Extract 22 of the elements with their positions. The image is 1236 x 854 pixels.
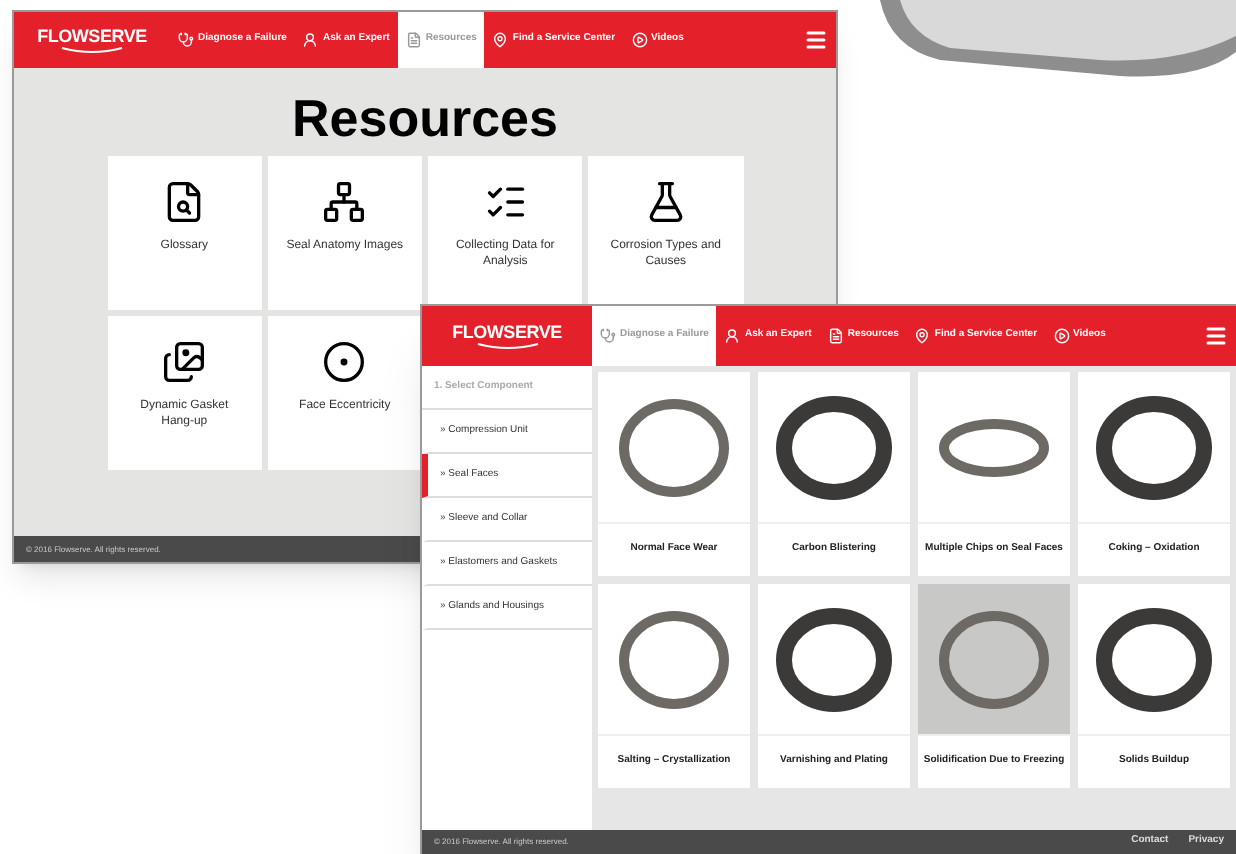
person-icon	[302, 32, 319, 48]
play-icon	[631, 32, 648, 48]
seal-ring-drawing	[774, 391, 894, 503]
menu-icon[interactable]	[1204, 324, 1228, 348]
ring-icon	[322, 340, 367, 384]
seal-ring-drawing	[1094, 603, 1214, 715]
map-pin-icon	[492, 32, 509, 48]
document-icon	[405, 32, 422, 48]
page-heading: Resources	[292, 92, 558, 144]
menu-icon[interactable]	[804, 28, 828, 52]
network-icon	[322, 180, 367, 224]
logo[interactable]: FLOWSERVE	[14, 12, 170, 68]
stethoscope-icon	[178, 32, 194, 48]
seal-ring-drawing	[1094, 391, 1214, 503]
stethoscope-icon	[600, 328, 616, 344]
logo[interactable]: FLOWSERVE	[422, 306, 592, 366]
document-icon	[827, 328, 844, 344]
play-icon	[1053, 328, 1070, 344]
map-pin-icon	[914, 328, 931, 344]
seal-ring-drawing	[774, 603, 894, 715]
images-icon	[162, 340, 207, 384]
person-icon	[724, 328, 741, 344]
